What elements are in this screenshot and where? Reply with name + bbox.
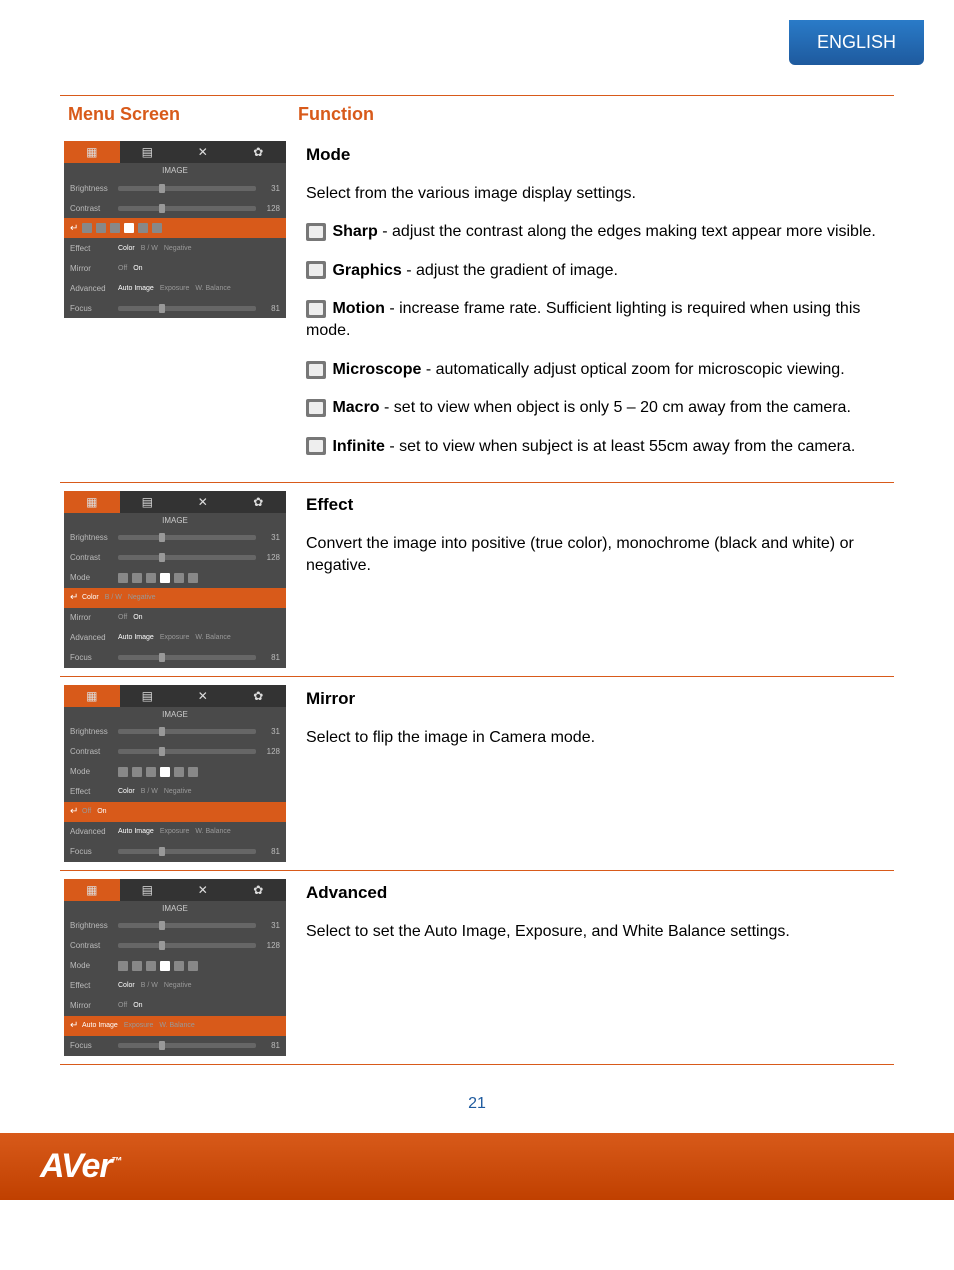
row-mode: ▦▤✕✿ IMAGE Brightness31 Contrast128 ↵ Ef… bbox=[60, 133, 894, 483]
tab-settings-icon: ✿ bbox=[231, 141, 287, 163]
menu-title: IMAGE bbox=[64, 163, 286, 178]
row-effect: ▦▤✕✿ IMAGE Brightness31 Contrast128 Mode… bbox=[60, 483, 894, 677]
mirror-desc: Select to flip the image in Camera mode. bbox=[306, 727, 886, 749]
menu-screenshot-mode: ▦▤✕✿ IMAGE Brightness31 Contrast128 ↵ Ef… bbox=[60, 137, 298, 478]
selector-arrow: ↵ bbox=[70, 223, 82, 234]
table-header: Menu Screen Function bbox=[60, 95, 894, 133]
advanced-desc: Select to set the Auto Image, Exposure, … bbox=[306, 921, 886, 943]
advanced-title: Advanced bbox=[306, 881, 886, 905]
brightness-slider bbox=[118, 186, 256, 191]
mirror-title: Mirror bbox=[306, 687, 886, 711]
row-mirror: ▦▤✕✿ IMAGE Brightness31 Contrast128 Mode… bbox=[60, 677, 894, 871]
tab-image-icon: ▦ bbox=[64, 141, 120, 163]
focus-slider bbox=[118, 306, 256, 311]
macro-icon bbox=[306, 399, 326, 417]
page-number: 21 bbox=[0, 1095, 954, 1113]
effect-desc: Convert the image into positive (true co… bbox=[306, 533, 886, 578]
aver-logo: AVer™ bbox=[40, 1147, 122, 1185]
mode-intro: Select from the various image display se… bbox=[306, 183, 886, 205]
contrast-slider bbox=[118, 206, 256, 211]
menu-screenshot-effect: ▦▤✕✿ IMAGE Brightness31 Contrast128 Mode… bbox=[60, 487, 298, 672]
effect-title: Effect bbox=[306, 493, 886, 517]
microscope-icon bbox=[306, 361, 326, 379]
tab-tools-icon: ✕ bbox=[175, 141, 231, 163]
menu-screenshot-mirror: ▦▤✕✿ IMAGE Brightness31 Contrast128 Mode… bbox=[60, 681, 298, 866]
header-menu: Menu Screen bbox=[60, 96, 298, 133]
motion-icon bbox=[306, 300, 326, 318]
sharp-icon bbox=[306, 223, 326, 241]
function-mirror: Mirror Select to flip the image in Camer… bbox=[298, 681, 894, 866]
mode-title: Mode bbox=[306, 143, 886, 167]
graphics-icon bbox=[306, 261, 326, 279]
infinite-icon bbox=[306, 437, 326, 455]
row-advanced: ▦▤✕✿ IMAGE Brightness31 Contrast128 Mode… bbox=[60, 871, 894, 1065]
function-effect: Effect Convert the image into positive (… bbox=[298, 487, 894, 672]
function-advanced: Advanced Select to set the Auto Image, E… bbox=[298, 875, 894, 1060]
header-function: Function bbox=[298, 96, 894, 133]
footer-bar: AVer™ bbox=[0, 1133, 954, 1200]
mode-icons bbox=[82, 223, 280, 233]
tab-present-icon: ▤ bbox=[120, 141, 176, 163]
menu-screenshot-advanced: ▦▤✕✿ IMAGE Brightness31 Contrast128 Mode… bbox=[60, 875, 298, 1060]
language-tab: ENGLISH bbox=[789, 20, 924, 65]
function-mode: Mode Select from the various image displ… bbox=[298, 137, 894, 478]
content-area: Menu Screen Function ▦▤✕✿ IMAGE Brightne… bbox=[0, 65, 954, 1075]
